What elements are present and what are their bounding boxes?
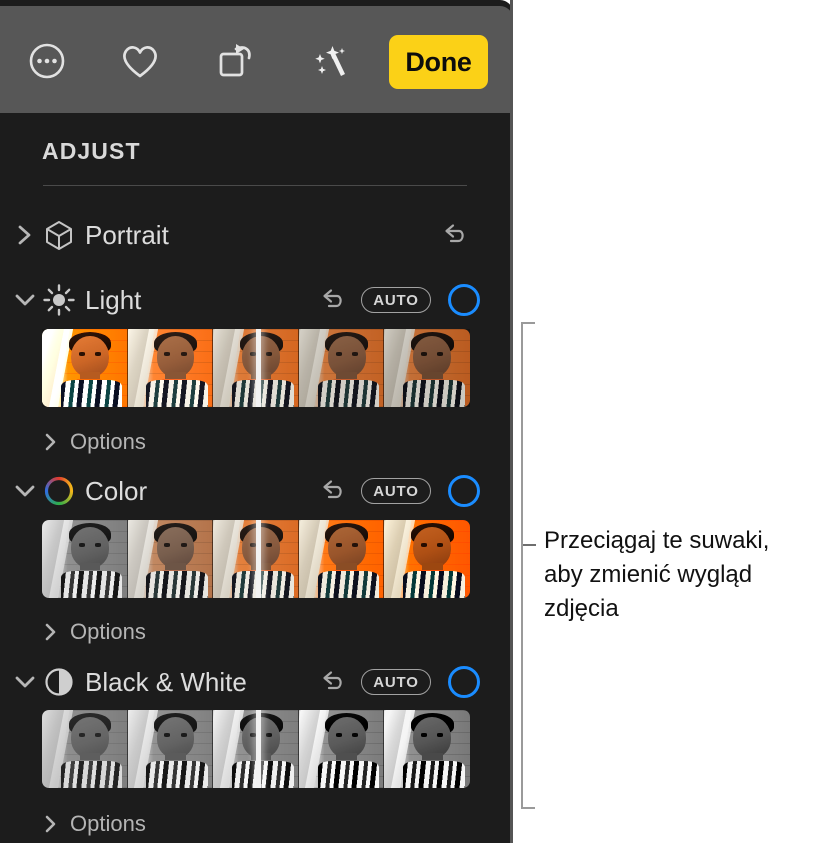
more-options-button[interactable] [18, 34, 76, 92]
color-slider-filmstrip[interactable] [42, 520, 470, 598]
callout-bracket [521, 322, 535, 809]
filmstrip-frame[interactable] [213, 520, 299, 598]
filmstrip-frame[interactable] [42, 329, 128, 407]
color-collapse-chevron[interactable] [12, 466, 38, 516]
filmstrip-frame[interactable] [127, 520, 214, 598]
filmstrip-frame[interactable] [127, 329, 214, 407]
bw-revert-button[interactable] [318, 657, 348, 707]
filmstrip-frame[interactable] [213, 710, 299, 788]
filmstrip-frame[interactable] [213, 329, 299, 407]
rotate-crop-button[interactable] [206, 34, 264, 92]
bw-toggle-circle[interactable] [448, 666, 480, 698]
filmstrip-frame[interactable] [298, 710, 385, 788]
undo-arrow-icon [323, 480, 342, 499]
chevron-down-icon [15, 294, 35, 306]
portrait-expand-chevron[interactable] [12, 210, 38, 260]
panel-edge [510, 0, 513, 843]
photo-editor-panel: Done ADJUST Portrait Light AUTO Options … [0, 0, 513, 843]
callout-leader-line [523, 544, 536, 547]
light-options-chevron[interactable] [40, 423, 62, 461]
favorite-button[interactable] [111, 34, 169, 92]
bw-options-chevron[interactable] [40, 805, 62, 843]
adjust-section-color[interactable]: Color AUTO [0, 466, 510, 516]
more-ellipsis-icon [27, 41, 67, 86]
chevron-right-icon [45, 433, 56, 451]
chevron-right-icon [45, 623, 56, 641]
filmstrip-frame[interactable] [127, 710, 214, 788]
color-wheel-icon [42, 466, 76, 516]
color-slider-handle[interactable] [255, 520, 261, 598]
undo-arrow-icon [323, 671, 342, 690]
editor-toolbar: Done [0, 6, 513, 113]
adjust-section-black-and-white[interactable]: Black & White AUTO [0, 657, 510, 707]
portrait-revert-button[interactable] [440, 210, 470, 260]
adjust-section-portrait[interactable]: Portrait [0, 210, 510, 260]
done-button[interactable]: Done [389, 35, 488, 89]
bw-slider-filmstrip[interactable] [42, 710, 470, 788]
color-revert-button[interactable] [318, 466, 348, 516]
color-options-row[interactable]: Options [0, 613, 510, 651]
color-options-chevron[interactable] [40, 613, 62, 651]
bw-auto-button[interactable]: AUTO [361, 669, 431, 695]
filmstrip-frame[interactable] [384, 520, 470, 598]
adjust-section-light[interactable]: Light AUTO [0, 275, 510, 325]
chevron-right-icon [45, 815, 56, 833]
color-options-label: Options [70, 619, 146, 644]
bw-label: Black & White [85, 667, 247, 697]
color-auto-button[interactable]: AUTO [361, 478, 431, 504]
bw-collapse-chevron[interactable] [12, 657, 38, 707]
contrast-half-circle-icon [42, 657, 76, 707]
filmstrip-frame[interactable] [42, 710, 128, 788]
filmstrip-frame[interactable] [384, 329, 470, 407]
magic-wand-icon [308, 40, 352, 87]
adjust-panel-body: ADJUST Portrait Light AUTO Options Color… [0, 113, 510, 843]
color-toggle-circle[interactable] [448, 475, 480, 507]
light-slider-handle[interactable] [255, 329, 261, 407]
portrait-label: Portrait [85, 220, 169, 250]
filmstrip-frame[interactable] [42, 520, 128, 598]
chevron-down-icon [15, 485, 35, 497]
light-label: Light [85, 285, 142, 315]
bw-slider-handle[interactable] [255, 710, 261, 788]
callout-text: Przeciągaj te suwaki, aby zmienić wygląd… [544, 527, 770, 622]
divider [43, 185, 467, 186]
heart-icon [119, 41, 161, 86]
filmstrip-frame[interactable] [298, 329, 385, 407]
rotate-icon [214, 40, 256, 87]
bw-options-row[interactable]: Options [0, 805, 510, 843]
bw-options-label: Options [70, 811, 146, 836]
light-auto-button[interactable]: AUTO [361, 287, 431, 313]
chevron-right-icon [18, 225, 31, 245]
filmstrip-frame[interactable] [298, 520, 385, 598]
light-options-row[interactable]: Options [0, 423, 510, 461]
light-slider-filmstrip[interactable] [42, 329, 470, 407]
auto-enhance-button[interactable] [301, 34, 359, 92]
undo-arrow-icon [323, 289, 342, 308]
color-label: Color [85, 476, 148, 506]
sun-icon [42, 275, 76, 325]
page-title: ADJUST [42, 138, 141, 164]
chevron-down-icon [15, 676, 35, 688]
light-toggle-circle[interactable] [448, 284, 480, 316]
filmstrip-frame[interactable] [384, 710, 470, 788]
light-options-label: Options [70, 429, 146, 454]
cube-icon [42, 210, 76, 260]
undo-arrow-icon [445, 224, 464, 243]
light-revert-button[interactable] [318, 275, 348, 325]
light-collapse-chevron[interactable] [12, 275, 38, 325]
